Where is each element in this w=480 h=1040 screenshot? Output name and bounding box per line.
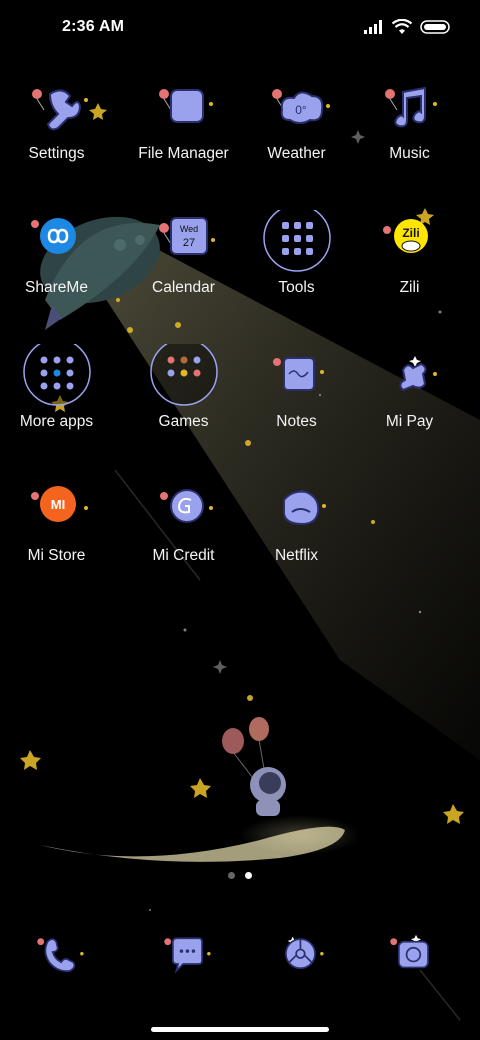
clock: 2:36 AM (62, 18, 125, 35)
app-mi-credit[interactable]: Mi Credit (127, 478, 240, 598)
browser-icon (285, 936, 324, 970)
app-label: Games (158, 413, 209, 430)
mi-pay-icon (399, 356, 437, 392)
app-zili[interactable]: Zili Zili (353, 210, 466, 330)
page-dot-2[interactable] (245, 872, 252, 879)
tools-folder-icon (263, 210, 331, 272)
svg-text:0°: 0° (295, 103, 307, 117)
app-label: Notes (276, 413, 317, 430)
mi-store-icon: MI (31, 486, 88, 522)
app-label: Settings (28, 145, 85, 162)
app-label: Mi Store (27, 547, 86, 564)
astronaut-illustration (222, 717, 286, 816)
mi-credit-icon (160, 489, 213, 523)
phone-icon (37, 938, 84, 972)
page-indicator (0, 872, 480, 880)
dock-messages[interactable] (127, 928, 240, 988)
page-dot-1[interactable] (228, 872, 235, 879)
app-calendar[interactable]: Wed 27 Calendar (127, 210, 240, 330)
app-label: Mi Credit (152, 547, 215, 564)
app-mi-pay[interactable]: Mi Pay (353, 344, 466, 464)
calendar-icon: Wed 27 (159, 217, 215, 255)
app-more-apps[interactable]: More apps (0, 344, 113, 464)
app-games[interactable]: Games (127, 344, 240, 464)
app-netflix[interactable]: Netflix (240, 478, 353, 598)
status-bar: 2:36 AM (0, 0, 480, 56)
app-label: Tools (278, 279, 315, 296)
message-icon (164, 937, 211, 974)
app-weather[interactable]: 0° Weather (240, 76, 353, 196)
app-label: Netflix (274, 547, 319, 564)
notes-icon (273, 357, 324, 391)
netflix-icon (283, 490, 326, 526)
app-label: More apps (19, 413, 94, 430)
signal-icon (364, 20, 382, 34)
zili-icon: Zili (383, 219, 428, 253)
cloud-icon: 0° (272, 89, 330, 124)
svg-text:27: 27 (183, 237, 195, 249)
camera-icon (390, 934, 429, 969)
battery-icon (420, 20, 450, 34)
dock-browser[interactable] (240, 928, 353, 988)
folder-icon (150, 344, 218, 406)
folder-icon (23, 344, 91, 406)
app-label: Mi Pay (385, 413, 434, 430)
dock-phone[interactable] (0, 928, 113, 988)
app-settings[interactable]: Settings (0, 76, 113, 196)
app-music[interactable]: Music (353, 76, 466, 196)
svg-text:MI: MI (51, 497, 65, 512)
folder-icon (159, 89, 213, 123)
app-label: File Manager (138, 145, 229, 162)
wifi-icon (392, 19, 412, 34)
wrench-icon (32, 89, 88, 131)
home-gesture-bar[interactable] (151, 1027, 329, 1032)
app-label: Zili (399, 279, 420, 296)
svg-text:Wed: Wed (180, 224, 198, 234)
svg-text:Zili: Zili (402, 226, 419, 240)
app-shareme[interactable]: ShareMe (0, 210, 113, 330)
app-notes[interactable]: Notes (240, 344, 353, 464)
dock-camera[interactable] (353, 928, 466, 988)
shareme-icon (31, 218, 76, 254)
app-file-manager[interactable]: File Manager (127, 76, 240, 196)
app-label: ShareMe (25, 279, 88, 296)
app-label: Music (389, 145, 430, 162)
app-label: Weather (267, 145, 326, 162)
music-note-icon (385, 86, 437, 128)
app-mi-store[interactable]: MI Mi Store (0, 478, 113, 598)
dock (0, 928, 480, 988)
app-tools[interactable]: Tools (240, 210, 353, 330)
app-label: Calendar (152, 279, 215, 296)
